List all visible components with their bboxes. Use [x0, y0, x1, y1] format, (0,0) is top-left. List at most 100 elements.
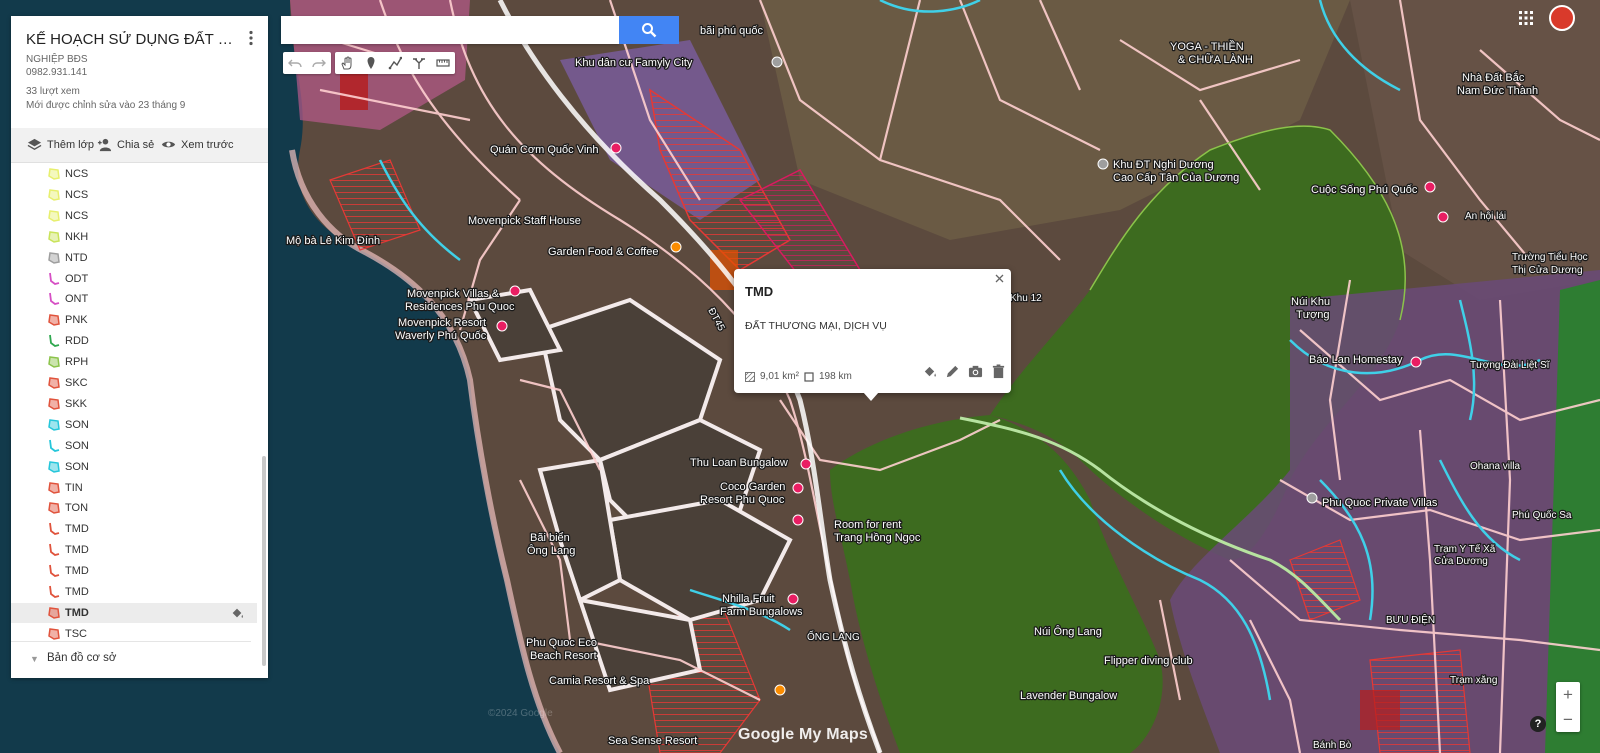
- layer-item-label: ODT: [65, 272, 89, 285]
- polygon-icon[interactable]: [47, 501, 61, 515]
- search-input[interactable]: [281, 16, 619, 44]
- map-label: ỐNG LANG: [807, 629, 860, 643]
- map-label: Quán Cơm Quốc Vinh: [490, 144, 599, 156]
- search-button[interactable]: [619, 16, 679, 44]
- redo-icon: [312, 59, 326, 68]
- close-icon: [995, 274, 1004, 283]
- polygon-icon[interactable]: [47, 376, 61, 390]
- layer-item[interactable]: SKK: [11, 394, 257, 414]
- polygon-icon[interactable]: [47, 251, 61, 265]
- layer-item[interactable]: TMD: [11, 582, 257, 602]
- edit-pencil-icon[interactable]: [945, 364, 960, 379]
- layer-item[interactable]: RPH: [11, 352, 257, 372]
- polygon-icon[interactable]: [47, 460, 61, 474]
- layer-item-label: NCS: [65, 168, 89, 180]
- avatar[interactable]: [1549, 5, 1575, 31]
- layer-item[interactable]: RDD: [11, 331, 257, 351]
- layer-item-label: TON: [65, 502, 89, 515]
- paint-bucket-icon[interactable]: [230, 606, 244, 620]
- layer-item[interactable]: NKH: [11, 227, 257, 247]
- map-label: Cửa Dương: [1434, 555, 1488, 567]
- polygon-icon[interactable]: [47, 397, 61, 411]
- layer-item-label: TSC: [65, 627, 87, 640]
- map-label: Room for rent: [834, 519, 901, 531]
- map-label: Farm Bungalows: [720, 606, 803, 618]
- layer-item[interactable]: ONT: [11, 289, 257, 309]
- polygon-icon[interactable]: [47, 188, 61, 202]
- paint-bucket-icon[interactable]: [922, 364, 937, 379]
- layer-item[interactable]: ODT: [11, 269, 257, 289]
- map-label: Cao Cấp Tân Của Dương: [1113, 172, 1239, 184]
- map-label: Coco Garden: [720, 481, 785, 493]
- layer-item[interactable]: NCS: [11, 164, 257, 184]
- layer-item[interactable]: TMD: [11, 540, 257, 560]
- layer-item[interactable]: NTD: [11, 248, 257, 268]
- undo-button[interactable]: [283, 52, 307, 74]
- layer-item[interactable]: SON: [11, 436, 257, 456]
- line-icon[interactable]: [47, 564, 61, 578]
- basemap-section[interactable]: ▼ Bản đồ cơ sở: [11, 641, 251, 678]
- view-count: 33 lượt xem: [26, 86, 80, 97]
- draw-line-button[interactable]: [383, 52, 407, 74]
- polygon-icon[interactable]: [47, 418, 61, 432]
- line-icon[interactable]: [47, 522, 61, 536]
- layer-item[interactable]: PNK: [11, 310, 257, 330]
- layer-item[interactable]: SON: [11, 415, 257, 435]
- layer-item[interactable]: SKC: [11, 373, 257, 393]
- layer-item[interactable]: TIN: [11, 478, 257, 498]
- help-button[interactable]: ?: [1530, 716, 1546, 732]
- polygon-icon[interactable]: [47, 606, 61, 620]
- redo-button[interactable]: [307, 52, 331, 74]
- more-options-button[interactable]: [246, 30, 256, 46]
- panel-scrollbar[interactable]: [262, 456, 266, 666]
- add-marker-button[interactable]: [359, 52, 383, 74]
- preview-button[interactable]: Xem trước: [161, 137, 233, 152]
- layer-item-label: SKC: [65, 377, 88, 389]
- layers-panel: KẾ HOẠCH SỬ DỤNG ĐẤT PHÚ QUỐC NGHIỆP BĐS…: [11, 16, 268, 678]
- polygon-icon[interactable]: [47, 230, 61, 244]
- apps-grid-icon[interactable]: [1518, 10, 1534, 26]
- line-icon[interactable]: [47, 272, 61, 286]
- zoom-in-button[interactable]: +: [1556, 682, 1580, 707]
- camera-icon[interactable]: [968, 364, 983, 379]
- map-label: & CHỮA LÀNH: [1178, 53, 1253, 66]
- close-popup-button[interactable]: [995, 271, 1004, 286]
- layer-item[interactable]: NCS: [11, 185, 257, 205]
- polygon-icon[interactable]: [47, 313, 61, 327]
- zoom-out-button[interactable]: −: [1556, 707, 1580, 732]
- layer-item[interactable]: TMD: [11, 561, 257, 581]
- line-icon[interactable]: [47, 543, 61, 557]
- directions-button[interactable]: [407, 52, 431, 74]
- line-icon[interactable]: [47, 439, 61, 453]
- line-icon[interactable]: [47, 292, 61, 306]
- pan-button[interactable]: [335, 52, 359, 74]
- popup-area: 9,01 km²: [745, 371, 799, 382]
- layer-item-label: TMD: [65, 544, 89, 557]
- polygon-icon[interactable]: [47, 627, 61, 641]
- layer-item[interactable]: TMD: [11, 602, 257, 623]
- share-button[interactable]: Chia sẻ: [97, 137, 154, 152]
- add-layer-button[interactable]: Thêm lớp: [27, 137, 94, 152]
- map-label: Ohana villa: [1470, 461, 1520, 472]
- delete-trash-icon[interactable]: [991, 364, 1006, 379]
- layer-item[interactable]: TON: [11, 498, 257, 518]
- polygon-icon[interactable]: [47, 167, 61, 181]
- measure-button[interactable]: [431, 52, 455, 74]
- map-title[interactable]: KẾ HOẠCH SỬ DỤNG ĐẤT PHÚ QUỐC: [26, 31, 236, 48]
- search-icon: [642, 23, 657, 38]
- line-icon[interactable]: [47, 585, 61, 599]
- layer-item[interactable]: SON: [11, 457, 257, 477]
- polygon-icon[interactable]: [47, 481, 61, 495]
- basemap-label: Bản đồ cơ sở: [47, 652, 117, 664]
- polygon-icon[interactable]: [47, 209, 61, 223]
- map-label: Phú Quốc Sa: [1512, 509, 1572, 521]
- layer-item-label: SON: [65, 418, 89, 431]
- layer-item[interactable]: TMD: [11, 519, 257, 539]
- polygon-icon[interactable]: [47, 355, 61, 369]
- line-icon[interactable]: [47, 334, 61, 348]
- layer-item[interactable]: NCS: [11, 206, 257, 226]
- map-label: Beach Resort: [530, 650, 597, 662]
- map-label: Phu Quoc Private Villas: [1322, 497, 1438, 509]
- popup-title[interactable]: TMD: [745, 284, 773, 299]
- layer-item-label: TMD: [65, 565, 89, 578]
